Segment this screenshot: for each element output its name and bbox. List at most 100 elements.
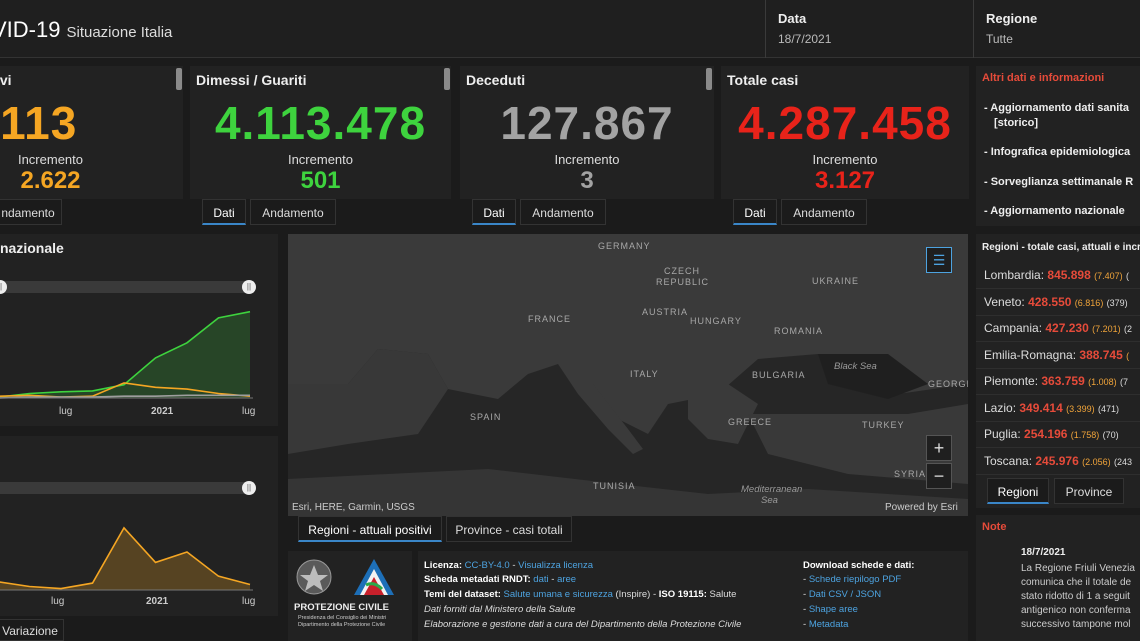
protezione-civile-logo[interactable]: PROTEZIONE CIVILE Presidenza del Consigl… [288, 551, 412, 641]
card-positive-andamento-tab[interactable]: ndamento [0, 199, 62, 225]
region-row[interactable]: Puglia: 254.196 (1.758) (70) [976, 421, 1140, 448]
zoom-in-icon[interactable]: + [926, 435, 952, 461]
download-item: - Shape aree [803, 604, 858, 615]
region-row[interactable]: Toscana: 245.976 (2.056) (243 [976, 448, 1140, 475]
region-current: (1.758) [1070, 430, 1100, 440]
card-deceased-andamento-tab[interactable]: Andamento [520, 199, 606, 225]
time-slider-handle-right[interactable]: || [242, 481, 256, 495]
link-aggiornamento-dati[interactable]: - Aggiornamento dati sanita [984, 102, 1129, 114]
region-total: 388.745 [1079, 347, 1123, 362]
download-pdf-link[interactable]: Schede riepilogo PDF [809, 574, 901, 585]
card-positive-inc-value: 2.622 [20, 167, 81, 194]
map-label: ITALY [630, 369, 659, 379]
card-deceased-inc-label: Incremento [554, 152, 620, 167]
rndt-dati-link[interactable]: dati [533, 574, 548, 585]
card-scrollbar[interactable] [444, 68, 450, 90]
tab-province-casi-totali[interactable]: Province - casi totali [446, 516, 572, 542]
note-line: La Regione Friuli Venezia [1021, 563, 1135, 574]
region-increment: (2 [1123, 324, 1132, 334]
region-name: Campania: [984, 321, 1043, 335]
region-name: Piemonte: [984, 374, 1039, 388]
national-chart-title: nazionale [0, 240, 64, 256]
link-storico[interactable]: [storico] [994, 117, 1038, 129]
region-row[interactable]: Piemonte: 363.759 (1.008) (7 [976, 368, 1140, 395]
card-total-dati-tab[interactable]: Dati [733, 199, 777, 225]
map-label: UKRAINE [812, 276, 860, 286]
note-line: stato ridotto di 1 a seguit [1021, 591, 1130, 602]
elab-line: Elaborazione e gestione dati a cura del … [424, 619, 742, 630]
map-label: ROMANIA [774, 326, 824, 336]
legend-list-icon[interactable]: ☰ [926, 247, 952, 273]
region-selector[interactable]: Regione Tutte [973, 0, 1140, 58]
region-row[interactable]: Veneto: 428.550 (6.816) (379) [976, 289, 1140, 316]
zoom-out-icon[interactable]: − [926, 463, 952, 489]
card-recovered-andamento-tab[interactable]: Andamento [250, 199, 336, 225]
logo-sub2: Dipartimento della Protezione Civile [298, 622, 386, 628]
region-row[interactable]: Lazio: 349.414 (3.399) (471) [976, 395, 1140, 422]
region-row[interactable]: Campania: 427.230 (7.201) (2 [976, 315, 1140, 342]
download-item: - Dati CSV / JSON [803, 589, 882, 600]
tab-regioni[interactable]: Regioni [987, 478, 1049, 504]
card-scrollbar[interactable] [176, 68, 182, 90]
variazione-tab[interactable]: Variazione [0, 619, 64, 641]
card-recovered-dati-tab[interactable]: Dati [202, 199, 246, 225]
card-total-title: Totale casi [727, 72, 799, 88]
map-label: SPAIN [470, 412, 502, 422]
logo-sub1: Presidenza del Consiglio dei Ministri [298, 615, 387, 621]
temi-link[interactable]: Salute umana e sicurezza [504, 589, 613, 600]
national-line-plot [0, 310, 253, 399]
note-line: comunica che il totale de [1021, 577, 1132, 588]
logo-emblem-icon [296, 559, 394, 595]
logo-name: PROTEZIONE CIVILE [294, 602, 390, 613]
national-trend-chart: nazionale || || lug 2021 lug [0, 234, 278, 426]
card-recovered: Dimessi / Guariti 4.113.478 Incremento 5… [190, 66, 451, 199]
card-deceased-title: Deceduti [466, 72, 526, 88]
region-total: 428.550 [1028, 294, 1072, 309]
rndt-aree-link[interactable]: aree [557, 574, 576, 585]
download-shape-link[interactable]: Shape aree [809, 604, 858, 615]
card-total-inc-label: Incremento [812, 152, 878, 167]
card-positive-title: ivi [0, 72, 12, 88]
region-total: 363.759 [1041, 374, 1085, 388]
link-aggiornamento-nazionale[interactable]: - Aggiornamento nazionale [984, 205, 1125, 217]
region-current: (7.407) [1094, 271, 1123, 281]
region-total: 349.414 [1019, 400, 1063, 415]
map-view[interactable]: GERMANY CZECH REPUBLIC UKRAINE FRANCE AU… [288, 234, 968, 516]
card-scrollbar[interactable] [706, 68, 712, 90]
download-metadata-link[interactable]: Metadata [809, 619, 849, 630]
link-sorveglianza[interactable]: - Sorveglianza settimanale R [984, 176, 1133, 188]
tab-province[interactable]: Province [1054, 478, 1124, 504]
date-value: 18/7/2021 [778, 32, 832, 46]
note-title: Note [982, 521, 1007, 533]
map-label: FRANCE [528, 314, 572, 324]
region-current: (2.056) [1082, 456, 1111, 467]
card-deceased-dati-tab[interactable]: Dati [472, 199, 516, 225]
card-recovered-value: 4.113.478 [214, 97, 427, 149]
card-recovered-title: Dimessi / Guariti [196, 72, 307, 88]
card-total-andamento-tab[interactable]: Andamento [781, 199, 867, 225]
region-name: Toscana: [984, 453, 1033, 468]
region-row[interactable]: Emilia-Romagna: 388.745 ( [976, 342, 1140, 369]
link-infografica[interactable]: - Infografica epidemiologica [984, 146, 1130, 158]
time-slider-track[interactable] [0, 482, 254, 494]
date-selector[interactable]: Data 18/7/2021 [765, 0, 973, 58]
license-view-link[interactable]: Visualizza licenza [518, 560, 593, 571]
note-line: successivo tampone mol [1021, 619, 1131, 630]
time-slider-handle-right[interactable]: || [242, 280, 256, 294]
time-slider-track[interactable] [0, 281, 254, 293]
tab-regioni-attuali-positivi[interactable]: Regioni - attuali positivi [298, 516, 442, 542]
license-value-link[interactable]: CC-BY-4.0 [465, 560, 510, 571]
region-row[interactable]: Lombardia: 845.898 (7.407) ( [976, 262, 1140, 289]
powered-by-esri[interactable]: Powered by Esri [885, 502, 958, 513]
card-positive: ivi 6.113 Incremento 2.622 [0, 66, 183, 199]
card-deceased-value: 127.867 [500, 97, 674, 149]
map-label: TURKEY [862, 420, 905, 430]
card-deceased-inc-value: 3 [580, 167, 594, 194]
map-label: REPUBLIC [656, 277, 710, 287]
footer-info: Licenza: CC-BY-4.0 - Visualizza licenza … [418, 551, 968, 641]
card-recovered-inc-value: 501 [300, 167, 341, 194]
region-total: 254.196 [1024, 427, 1068, 441]
download-csv-link[interactable]: Dati CSV / JSON [809, 589, 881, 600]
region-value: Tutte [986, 32, 1013, 46]
temi-line: Temi del dataset: Salute umana e sicurez… [424, 589, 737, 600]
